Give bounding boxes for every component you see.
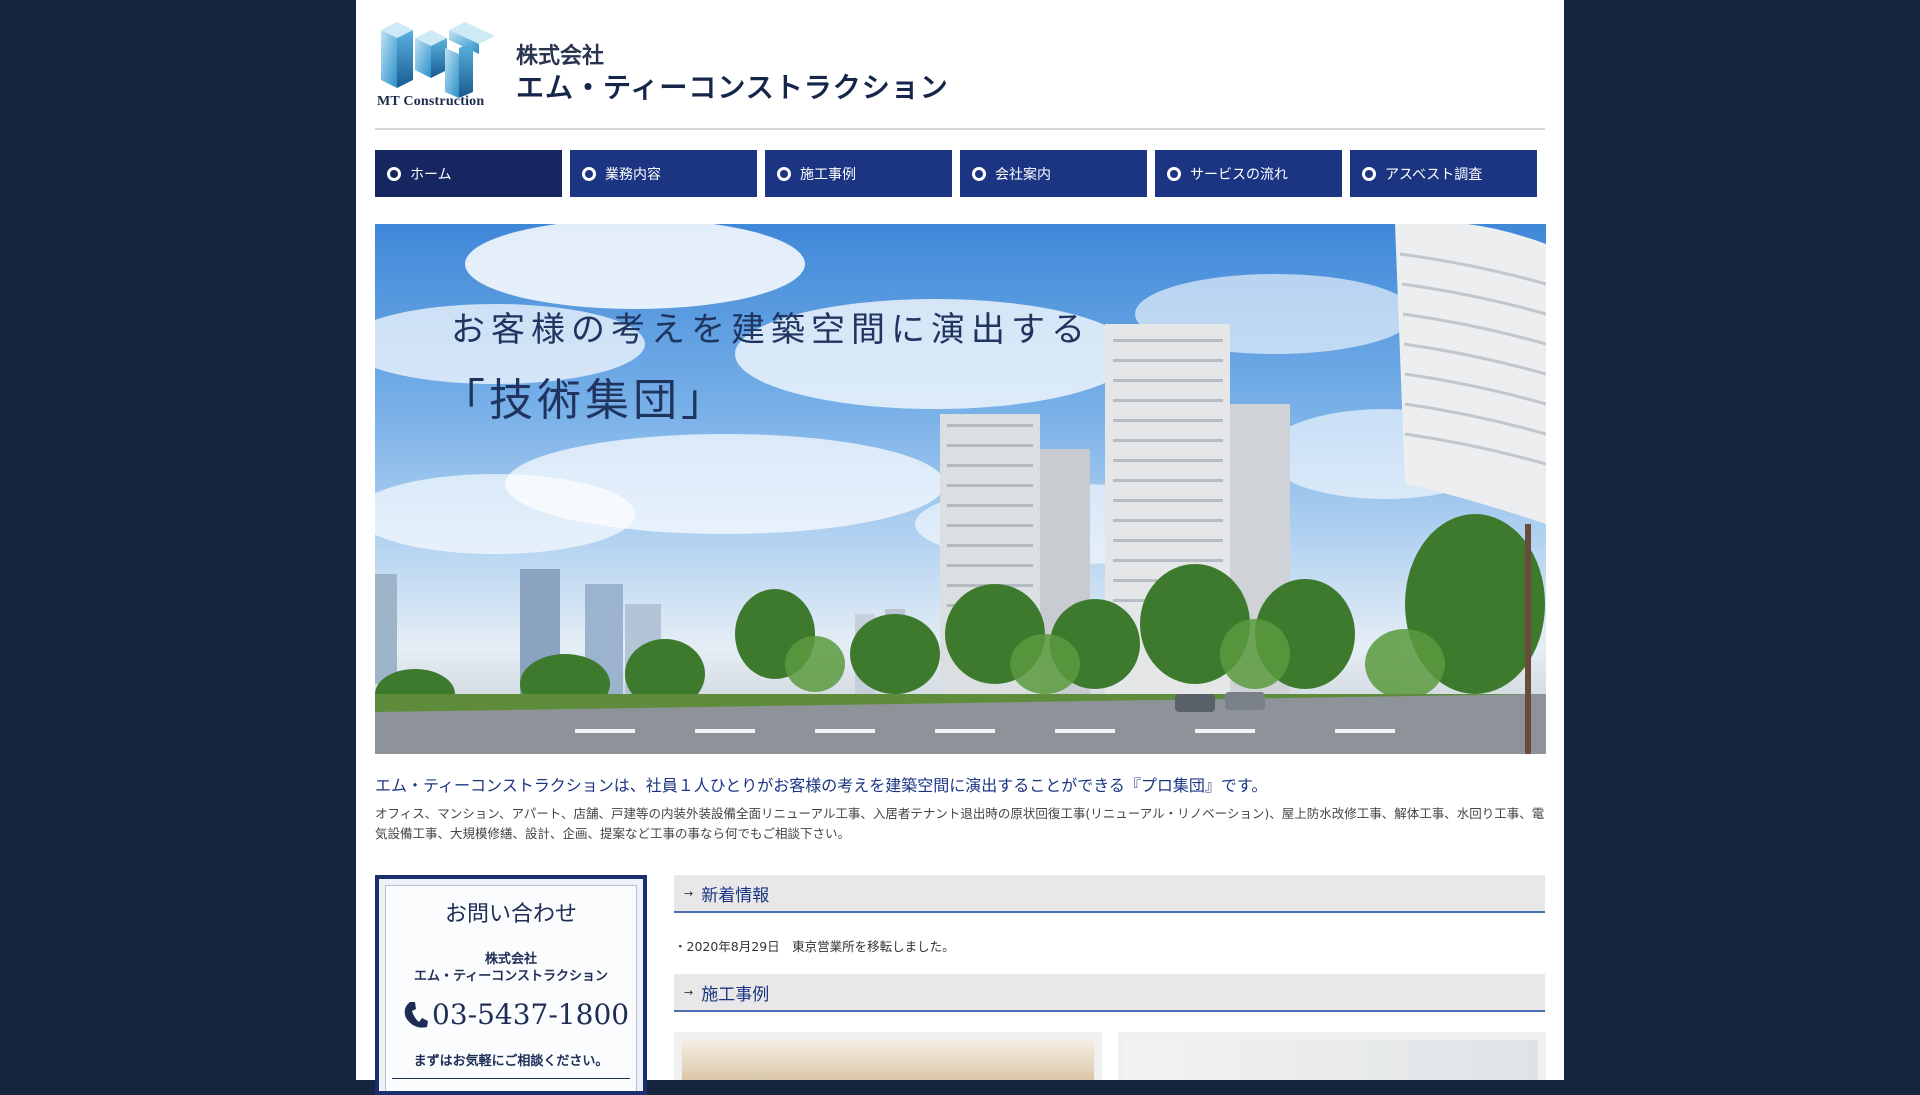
news-item[interactable]: ・2020年8月29日 東京営業所を移転しました。 <box>674 936 955 955</box>
nav-home[interactable]: ホーム <box>375 150 562 197</box>
contact-company-name: エム・ティーコンストラクション <box>414 969 608 984</box>
nav-label: 会社案内 <box>995 166 1051 183</box>
circle-bullet-icon <box>972 166 986 181</box>
site-header: MT Construction 株式会社 エム・ティーコンストラクション <box>375 0 1545 130</box>
page-container: MT Construction 株式会社 エム・ティーコンストラクション ホーム… <box>356 0 1564 1095</box>
works-photo <box>682 1040 1094 1080</box>
nav-label: アスベスト調査 <box>1385 166 1483 183</box>
nav-works[interactable]: 施工事例 <box>765 150 952 197</box>
circle-bullet-icon <box>582 166 596 181</box>
contact-divider <box>392 1078 630 1079</box>
intro-body: オフィス、マンション、アパート、店舗、戸建等の内装外装設備全面リニューアル工事、… <box>375 806 1545 841</box>
works-thumbnail[interactable] <box>674 1032 1102 1080</box>
hero-tagline: お客様の考えを建築空間に演出する <box>451 310 1091 350</box>
contact-phone[interactable]: 03-5437-1800 <box>402 998 629 1031</box>
circle-bullet-icon <box>1167 166 1181 181</box>
intro-lead: エム・ティーコンストラクションは、社員１人ひとりがお客様の考えを建築空間に演出す… <box>375 776 1268 795</box>
main-nav: ホーム 業務内容 施工事例 会社案内 サービスの流れ アスベスト調査 <box>375 150 1545 197</box>
nav-label: 業務内容 <box>605 166 661 183</box>
contact-inner: お問い合わせ 株式会社 エム・ティーコンストラクション 03-5437-1800… <box>385 885 637 1091</box>
news-heading: → 新着情報 <box>674 875 1545 913</box>
logo-wordmark: MT Construction <box>377 94 485 109</box>
nav-label: サービスの流れ <box>1190 166 1288 183</box>
contact-title: お問い合わせ <box>444 902 577 927</box>
nav-services[interactable]: 業務内容 <box>570 150 757 197</box>
works-thumbnail[interactable] <box>1118 1032 1546 1080</box>
works-photo <box>1126 1040 1538 1080</box>
hero-banner: お客様の考えを建築空間に演出する 「技術集団」 <box>375 224 1546 754</box>
nav-asbestos[interactable]: アスベスト調査 <box>1350 150 1537 197</box>
arrow-right-icon: → <box>684 985 694 999</box>
company-name[interactable]: エム・ティーコンストラクション <box>516 66 949 106</box>
contact-note: まずはお気軽にご相談ください。 <box>413 1054 609 1069</box>
contact-banner[interactable]: お問い合わせ 株式会社 エム・ティーコンストラクション 03-5437-1800… <box>375 875 647 1095</box>
circle-bullet-icon <box>1362 166 1376 181</box>
works-heading: → 施工事例 <box>674 974 1545 1012</box>
circle-bullet-icon <box>777 166 791 181</box>
hero-headline: 「技術集団」 <box>441 375 729 426</box>
arrow-right-icon: → <box>684 886 694 900</box>
news-heading-title: 新着情報 <box>701 885 770 906</box>
phone-number: 03-5437-1800 <box>432 998 630 1031</box>
nav-label: ホーム <box>410 166 452 183</box>
works-heading-title: 施工事例 <box>701 984 770 1005</box>
circle-bullet-icon <box>387 166 401 181</box>
phone-icon <box>404 1001 428 1028</box>
nav-company[interactable]: 会社案内 <box>960 150 1147 197</box>
nav-label: 施工事例 <box>800 166 856 183</box>
nav-service-flow[interactable]: サービスの流れ <box>1155 150 1342 197</box>
